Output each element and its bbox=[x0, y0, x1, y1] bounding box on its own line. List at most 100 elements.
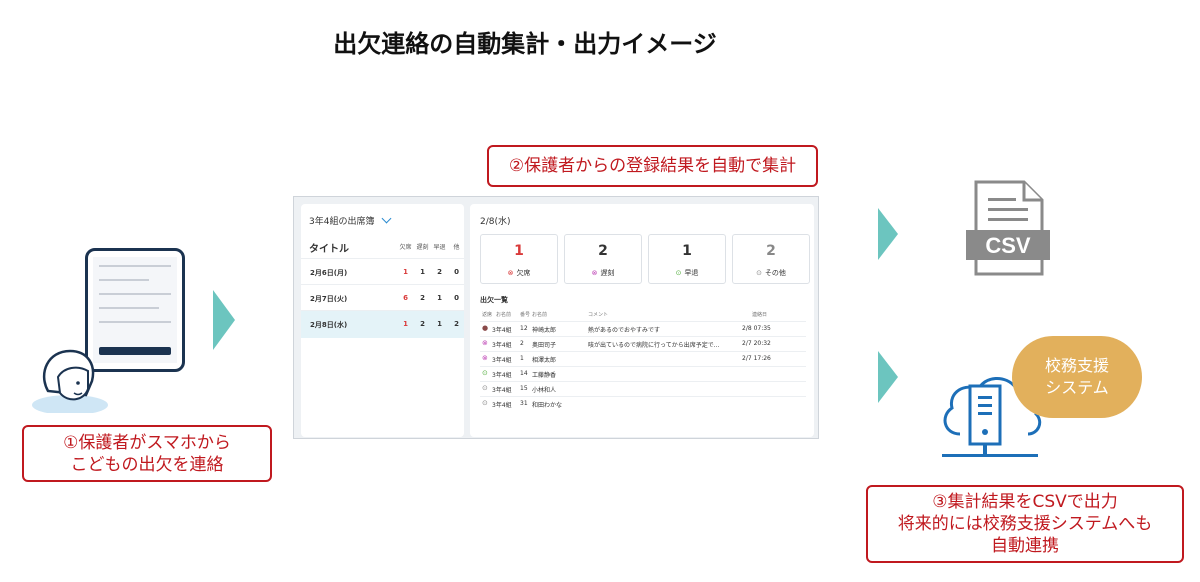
row-number: 2 bbox=[520, 340, 524, 347]
attendance-list-row[interactable]: ● 3年4組 12 神崎太郎 熱があるのでおやすみです 2/8 07:35 bbox=[480, 321, 806, 335]
status-absent-icon: ● bbox=[482, 324, 489, 332]
row-class: 3年4組 bbox=[492, 327, 512, 334]
count-absent: 1 bbox=[403, 320, 408, 328]
register-counts: 6 2 1 0 bbox=[397, 294, 465, 302]
status-other-icon: ⊙ bbox=[482, 384, 488, 392]
list-header: お名前 bbox=[532, 312, 548, 318]
attendance-detail-panel: 2/8(水) 1 ⊗ 欠席 2 ⊗ 遅刻 1 ⊙ 早退 2 ⊙ その他 出欠一覧 返席 … bbox=[470, 204, 814, 437]
step3-callout: ③集計結果をCSVで出力 将来的には校務支援システムへも 自動連携 bbox=[866, 485, 1184, 563]
row-comment: 熱があるのでおやすみです bbox=[588, 327, 661, 334]
status-other-icon: ⊙ bbox=[482, 399, 488, 407]
row-class: 3年4組 bbox=[492, 387, 512, 394]
register-date: 2月7日(火) bbox=[310, 295, 348, 303]
count-absent: 1 bbox=[403, 268, 408, 276]
phone-line bbox=[99, 265, 171, 267]
other-icon: ⊙ bbox=[756, 269, 762, 277]
summary-label: 早退 bbox=[684, 269, 699, 277]
count-early: 1 bbox=[437, 294, 442, 302]
row-name: 奥田司子 bbox=[532, 342, 557, 349]
row-class: 3年4組 bbox=[492, 372, 512, 379]
summary-label: 欠席 bbox=[516, 269, 531, 277]
step3-line1: ③集計結果をCSVで出力 bbox=[932, 492, 1118, 512]
summary-count: 2 bbox=[598, 243, 608, 259]
attendance-list-row[interactable]: ⊗ 3年4組 2 奥田司子 咳が出ているので病院に行ってから出席予定で... 2… bbox=[480, 336, 806, 350]
absent-icon: ⊗ bbox=[507, 269, 514, 277]
summary-count: 2 bbox=[766, 243, 776, 259]
list-header: 番号 bbox=[520, 312, 531, 318]
arrow-right-icon bbox=[878, 208, 898, 260]
column-header: 早退 bbox=[433, 244, 446, 251]
attendance-list-row[interactable]: ⊙ 3年4組 15 小林和人 bbox=[480, 381, 806, 395]
register-row[interactable]: 2月7日(火) 6 2 1 0 bbox=[301, 284, 464, 312]
register-counts: 1 1 2 0 bbox=[397, 268, 465, 276]
attendance-list-title: 出欠一覧 bbox=[480, 296, 508, 304]
count-other: 2 bbox=[454, 320, 459, 328]
attendance-app-screenshot: 3年4組の出席簿 タイトル 欠席 遅刻 早退 他 2月6日(月) 1 1 2 0… bbox=[293, 196, 819, 439]
status-late-icon: ⊗ bbox=[482, 354, 488, 362]
register-counts: 1 2 1 2 bbox=[397, 320, 465, 328]
phone-line bbox=[99, 293, 171, 295]
column-header: 欠席 bbox=[399, 244, 412, 251]
summary-count: 1 bbox=[682, 243, 692, 259]
count-late: 2 bbox=[420, 294, 425, 302]
phone-line bbox=[99, 279, 149, 281]
attendance-list-row[interactable]: ⊙ 3年4組 31 和田わかな bbox=[480, 396, 806, 410]
register-date: 2月6日(月) bbox=[310, 269, 348, 277]
row-number: 12 bbox=[520, 325, 528, 332]
row-number: 1 bbox=[520, 355, 524, 362]
register-row-selected[interactable]: 2月8日(水) 1 2 1 2 bbox=[301, 310, 464, 338]
late-icon: ⊗ bbox=[591, 269, 598, 277]
count-early: 1 bbox=[437, 320, 442, 328]
summary-card-late[interactable]: 2 ⊗ 遅刻 bbox=[564, 234, 642, 284]
summary-label: その他 bbox=[764, 269, 786, 277]
count-absent: 6 bbox=[403, 294, 408, 302]
summary-card-early[interactable]: 1 ⊙ 早退 bbox=[648, 234, 726, 284]
row-name: 工藤静香 bbox=[532, 372, 557, 379]
row-comment: 咳が出ているので病院に行ってから出席予定で... bbox=[588, 342, 720, 349]
row-number: 14 bbox=[520, 370, 528, 377]
register-column-title: タイトル bbox=[309, 244, 349, 255]
arrow-right-icon bbox=[213, 290, 235, 350]
summary-label: 遅刻 bbox=[600, 269, 615, 277]
row-timestamp: 2/8 07:35 bbox=[742, 325, 771, 332]
row-name: 和田わかな bbox=[532, 402, 563, 409]
row-number: 31 bbox=[520, 400, 528, 407]
attendance-list-row[interactable]: ⊙ 3年4組 14 工藤静香 bbox=[480, 366, 806, 380]
list-header: 返席 bbox=[482, 312, 493, 318]
row-name: 神崎太郎 bbox=[532, 327, 557, 334]
parent-face-icon bbox=[32, 349, 108, 413]
step3-line3: 自動連携 bbox=[991, 536, 1059, 556]
csv-label: CSV bbox=[985, 233, 1031, 258]
count-early: 2 bbox=[437, 268, 442, 276]
row-name: 小林和人 bbox=[532, 387, 557, 394]
attendance-list-row[interactable]: ⊗ 3年4組 1 相澤太郎 2/7 17:26 bbox=[480, 351, 806, 365]
register-column-headers: 欠席 遅刻 早退 他 bbox=[397, 242, 465, 251]
row-timestamp: 2/7 17:26 bbox=[742, 355, 771, 362]
arrow-right-icon bbox=[878, 351, 898, 403]
attendance-register-panel: 3年4組の出席簿 タイトル 欠席 遅刻 早退 他 2月6日(月) 1 1 2 0… bbox=[301, 204, 464, 437]
attendance-list-headers: 返席 お名前 番号 お名前 コメント 連絡日 bbox=[480, 311, 806, 321]
column-header: 遅刻 bbox=[416, 244, 429, 251]
row-name: 相澤太郎 bbox=[532, 357, 557, 364]
count-other: 0 bbox=[454, 294, 459, 302]
step1-line2: こどもの出欠を連絡 bbox=[70, 454, 224, 475]
chevron-down-icon[interactable] bbox=[381, 213, 392, 224]
system-line1: 校務支援 bbox=[1044, 356, 1109, 375]
count-other: 0 bbox=[454, 268, 459, 276]
phone-line bbox=[99, 307, 159, 309]
step1-callout: ①保護者がスマホから こどもの出欠を連絡 bbox=[22, 425, 272, 482]
summary-card-other[interactable]: 2 ⊙ その他 bbox=[732, 234, 810, 284]
step1-line1: ①保護者がスマホから bbox=[63, 432, 231, 453]
phone-line bbox=[99, 321, 171, 323]
csv-file-icon: CSV bbox=[966, 180, 1050, 276]
summary-card-absent[interactable]: 1 ⊗ 欠席 bbox=[480, 234, 558, 284]
parent-with-phone-illustration bbox=[30, 248, 185, 413]
status-late-icon: ⊗ bbox=[482, 339, 488, 347]
count-late: 2 bbox=[420, 320, 425, 328]
register-date: 2月8日(水) bbox=[310, 321, 348, 329]
list-header: 連絡日 bbox=[752, 312, 768, 318]
list-header: お名前 bbox=[496, 312, 512, 318]
early-leave-icon: ⊙ bbox=[675, 269, 682, 277]
step2-callout: ②保護者からの登録結果を自動で集計 bbox=[487, 145, 818, 187]
register-row[interactable]: 2月6日(月) 1 1 2 0 bbox=[301, 258, 464, 286]
